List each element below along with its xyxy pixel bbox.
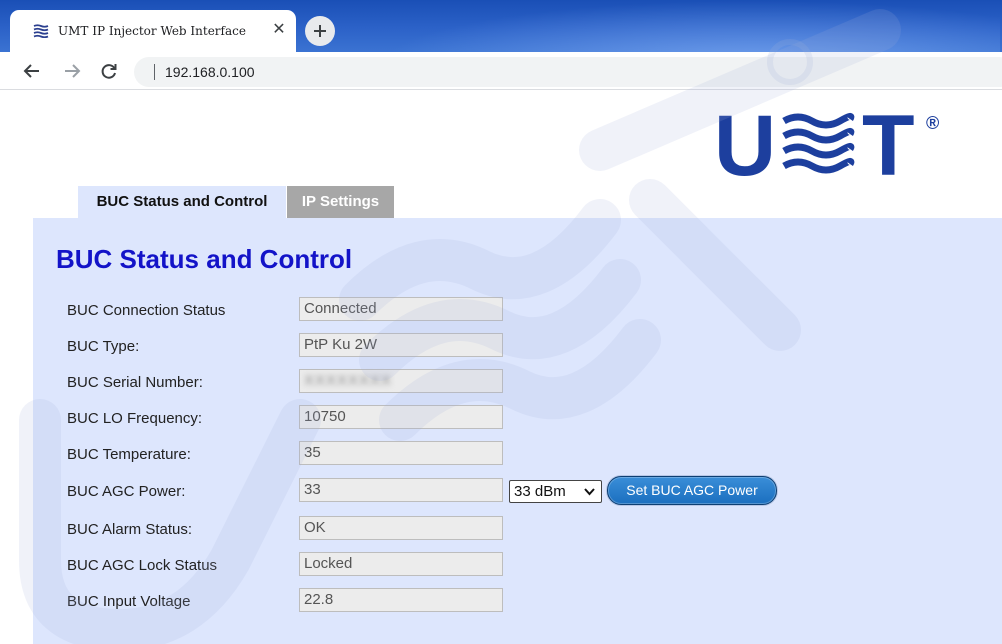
page-content: U T ® BUC Status and Control IP Settings… bbox=[0, 91, 1002, 644]
temperature-field[interactable]: 35 bbox=[299, 441, 503, 465]
input-voltage-field[interactable]: 22.8 bbox=[299, 588, 503, 612]
tab-strip-glow bbox=[380, 0, 1000, 52]
temperature-label: BUC Temperature: bbox=[67, 446, 191, 463]
browser-tab[interactable]: UMT IP Injector Web Interface ✕ bbox=[10, 10, 296, 52]
serial-number-value: XXXXXXXX bbox=[304, 372, 393, 389]
svg-text:T: T bbox=[862, 109, 915, 181]
forward-arrow-icon bbox=[65, 64, 81, 78]
agc-power-label: BUC AGC Power: bbox=[67, 483, 186, 500]
forward-button[interactable] bbox=[62, 61, 82, 81]
page-title: BUC Status and Control bbox=[56, 244, 353, 274]
browser-toolbar: 192.168.0.100 bbox=[0, 52, 1002, 90]
umt-favicon-icon bbox=[33, 24, 49, 38]
buc-status-panel: BUC Status and Control BUC Connection St… bbox=[33, 218, 1002, 644]
reload-icon bbox=[101, 64, 117, 79]
agc-power-select[interactable]: 33 dBm bbox=[509, 480, 602, 503]
agc-power-field[interactable]: 33 bbox=[299, 478, 503, 502]
connection-status-field[interactable]: Connected bbox=[299, 297, 503, 321]
set-agc-power-button[interactable]: Set BUC AGC Power bbox=[607, 476, 777, 505]
serial-number-field[interactable]: XXXXXXXX bbox=[299, 369, 503, 393]
back-arrow-icon bbox=[23, 64, 39, 78]
svg-text:U: U bbox=[714, 109, 776, 181]
tab-buc-status-and-control[interactable]: BUC Status and Control bbox=[78, 186, 286, 218]
alarm-status-label: BUC Alarm Status: bbox=[67, 521, 193, 538]
plus-icon bbox=[314, 25, 326, 37]
lo-frequency-label: BUC LO Frequency: bbox=[67, 410, 203, 427]
new-tab-button[interactable] bbox=[305, 16, 335, 46]
back-button[interactable] bbox=[22, 61, 42, 81]
close-icon[interactable]: ✕ bbox=[270, 21, 288, 39]
browser-window: UMT IP Injector Web Interface ✕ 192.168.… bbox=[0, 0, 1002, 644]
tab-strip: UMT IP Injector Web Interface ✕ bbox=[0, 0, 1002, 52]
buc-type-label: BUC Type: bbox=[67, 338, 140, 355]
lo-frequency-field[interactable]: 10750 bbox=[299, 405, 503, 429]
tab-ip-settings[interactable]: IP Settings bbox=[287, 186, 394, 218]
agc-power-select-value: 33 dBm bbox=[514, 483, 566, 500]
alarm-status-field[interactable]: OK bbox=[299, 516, 503, 540]
chevron-down-icon bbox=[584, 488, 595, 496]
serial-number-label: BUC Serial Number: bbox=[67, 374, 203, 391]
buc-type-field[interactable]: PtP Ku 2W bbox=[299, 333, 503, 357]
svg-text:®: ® bbox=[926, 113, 939, 133]
agc-lock-status-label: BUC AGC Lock Status bbox=[67, 557, 218, 574]
connection-status-label: BUC Connection Status bbox=[67, 302, 226, 319]
umt-logo: U T ® bbox=[714, 109, 939, 181]
browser-tab-title: UMT IP Injector Web Interface bbox=[58, 24, 246, 38]
address-url[interactable]: 192.168.0.100 bbox=[165, 64, 255, 80]
input-voltage-label: BUC Input Voltage bbox=[67, 593, 191, 610]
address-separator bbox=[154, 64, 155, 80]
address-bar[interactable]: 192.168.0.100 bbox=[134, 57, 1002, 87]
agc-lock-status-field[interactable]: Locked bbox=[299, 552, 503, 576]
reload-button[interactable] bbox=[99, 61, 119, 81]
